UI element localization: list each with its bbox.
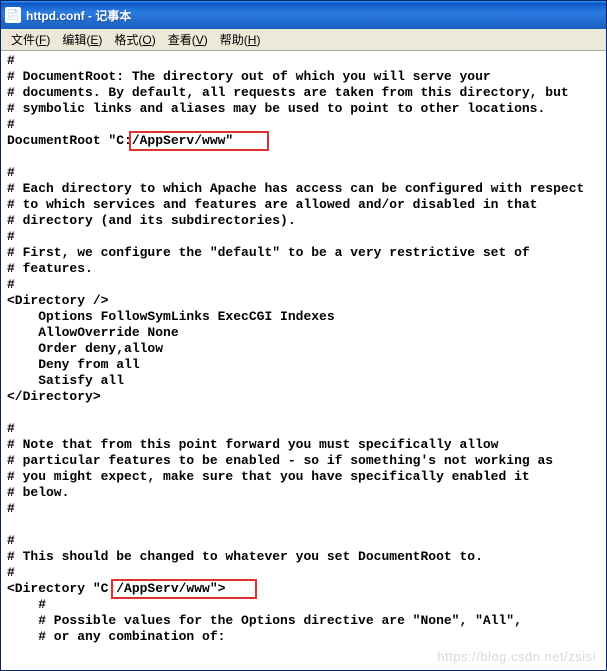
text-line[interactable]: # xyxy=(7,277,600,293)
text-line[interactable]: <Directory /> xyxy=(7,293,600,309)
window-title: httpd.conf - 记事本 xyxy=(26,7,131,24)
text-line[interactable]: DocumentRoot "C:/AppServ/www" xyxy=(7,133,600,149)
menu-file[interactable]: 文件(F) xyxy=(5,29,56,50)
notepad-icon: 📄 xyxy=(5,7,21,23)
text-line[interactable] xyxy=(7,149,600,165)
text-line[interactable]: # DocumentRoot: The directory out of whi… xyxy=(7,69,600,85)
title-bar: 📄 httpd.conf - 记事本 xyxy=(1,1,606,29)
text-line[interactable]: # xyxy=(7,117,600,133)
text-line[interactable]: # Note that from this point forward you … xyxy=(7,437,600,453)
text-line[interactable]: # This should be changed to whatever you… xyxy=(7,549,600,565)
text-line[interactable]: # below. xyxy=(7,485,600,501)
text-line[interactable]: # xyxy=(7,597,600,613)
menu-format[interactable]: 格式(O) xyxy=(108,29,161,50)
text-line[interactable] xyxy=(7,517,600,533)
text-line[interactable]: # xyxy=(7,53,600,69)
text-line[interactable]: # or any combination of: xyxy=(7,629,600,645)
text-line[interactable]: AllowOverride None xyxy=(7,325,600,341)
text-line[interactable]: Options FollowSymLinks ExecCGI Indexes xyxy=(7,309,600,325)
watermark: https://blog.csdn.net/zsisi xyxy=(437,649,596,664)
menu-bar: 文件(F) 编辑(E) 格式(O) 查看(V) 帮助(H) xyxy=(1,29,606,51)
text-line[interactable]: # xyxy=(7,565,600,581)
text-line[interactable]: # xyxy=(7,501,600,517)
text-line[interactable]: # particular features to be enabled - so… xyxy=(7,453,600,469)
text-line[interactable]: # directory (and its subdirectories). xyxy=(7,213,600,229)
text-area[interactable]: ## DocumentRoot: The directory out of wh… xyxy=(1,51,606,670)
text-line[interactable]: Satisfy all xyxy=(7,373,600,389)
menu-help[interactable]: 帮助(H) xyxy=(214,29,267,50)
text-line[interactable]: # Possible values for the Options direct… xyxy=(7,613,600,629)
menu-edit[interactable]: 编辑(E) xyxy=(56,29,108,50)
text-line[interactable]: # you might expect, make sure that you h… xyxy=(7,469,600,485)
text-line[interactable]: # xyxy=(7,229,600,245)
text-line[interactable]: # xyxy=(7,421,600,437)
text-line[interactable]: # features. xyxy=(7,261,600,277)
text-line[interactable]: # to which services and features are all… xyxy=(7,197,600,213)
text-line[interactable]: <Directory "C:/AppServ/www"> xyxy=(7,581,600,597)
text-line[interactable]: Deny from all xyxy=(7,357,600,373)
editor-content[interactable]: ## DocumentRoot: The directory out of wh… xyxy=(7,53,600,645)
text-line[interactable]: # Each directory to which Apache has acc… xyxy=(7,181,600,197)
menu-view[interactable]: 查看(V) xyxy=(162,29,214,50)
text-line[interactable]: </Directory> xyxy=(7,389,600,405)
text-line[interactable]: # First, we configure the "default" to b… xyxy=(7,245,600,261)
text-line[interactable] xyxy=(7,405,600,421)
text-line[interactable]: # xyxy=(7,533,600,549)
text-line[interactable]: # xyxy=(7,165,600,181)
text-line[interactable]: Order deny,allow xyxy=(7,341,600,357)
text-line[interactable]: # symbolic links and aliases may be used… xyxy=(7,101,600,117)
text-line[interactable]: # documents. By default, all requests ar… xyxy=(7,85,600,101)
